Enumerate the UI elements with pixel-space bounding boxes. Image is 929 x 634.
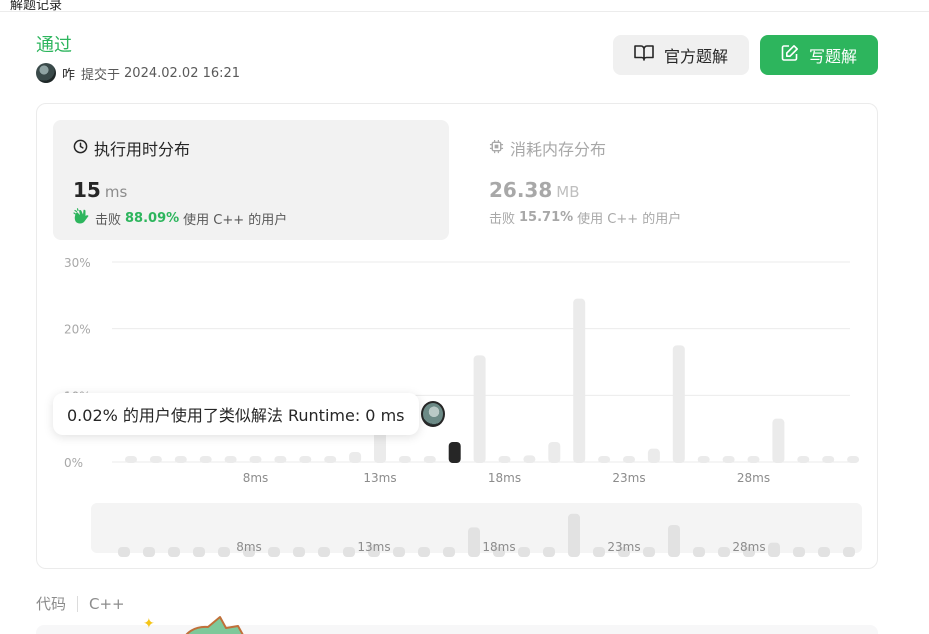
chart-bar <box>623 456 635 463</box>
navigator-bar <box>293 547 305 557</box>
code-label: 代码 <box>36 595 67 613</box>
code-block <box>36 625 878 634</box>
sparkle-icon: ✦ <box>143 616 155 632</box>
navigator-bar <box>118 547 130 557</box>
runtime-distribution-chart: 30%20%10%0%8ms13ms18ms23ms28ms8ms13ms18m… <box>64 256 860 557</box>
navigator-bar <box>468 527 480 557</box>
chart-bar <box>224 456 237 463</box>
navigator-bar <box>343 547 355 557</box>
navigator-bar <box>818 547 830 557</box>
chart-bar <box>847 456 860 463</box>
y-tick-label: 0% <box>64 456 83 470</box>
navigator-bar <box>218 547 230 557</box>
chart-bar <box>498 456 511 463</box>
navigator-bar <box>593 547 605 557</box>
chart-bar <box>249 456 262 463</box>
navigator-bar <box>143 547 155 557</box>
chart-bar <box>199 456 212 463</box>
x-tick-label: 23ms <box>612 471 645 485</box>
navigator-bar <box>693 547 705 557</box>
chart-bar <box>573 298 586 463</box>
navigator-bar <box>418 547 430 557</box>
chart-bar <box>473 355 486 463</box>
chart-tooltip: 0.02% 的用户使用了类似解法 Runtime: 0 ms <box>53 393 419 435</box>
tooltip-avatar <box>421 401 445 427</box>
code-header: 代码 C++ <box>36 593 125 614</box>
chart-bar <box>722 456 735 463</box>
navigator-label: 18ms <box>482 540 515 554</box>
chart-bar <box>772 418 785 463</box>
navigator-bar <box>518 547 530 557</box>
navigator-bar <box>568 513 580 557</box>
chart-bar <box>672 345 685 463</box>
navigator-bar <box>318 547 330 557</box>
navigator-bar <box>393 547 405 557</box>
navigator-bar <box>768 542 780 557</box>
navigator-bar <box>643 547 655 557</box>
chart-bar-selected <box>448 442 461 463</box>
chart-bar <box>523 455 536 463</box>
chart-bar <box>822 456 835 463</box>
navigator-bar <box>543 547 555 557</box>
navigator-label: 28ms <box>732 540 765 554</box>
navigator-label: 13ms <box>357 540 390 554</box>
chart-bar <box>647 448 660 463</box>
divider <box>77 595 79 612</box>
chart-bar <box>747 456 760 463</box>
chart-bar <box>349 452 362 463</box>
chart-bar <box>548 442 561 463</box>
navigator-label: 23ms <box>607 540 640 554</box>
chart-bar <box>598 456 611 463</box>
tooltip-text: 0.02% 的用户使用了类似解法 Runtime: 0 ms <box>67 406 405 425</box>
mascot-icon <box>185 616 244 634</box>
x-tick-label: 28ms <box>737 471 770 485</box>
chart-bar <box>324 456 337 463</box>
chart-bar <box>125 456 137 463</box>
chart-bar <box>797 456 810 463</box>
chart-bar <box>398 456 411 463</box>
y-tick-label: 30% <box>64 256 91 270</box>
navigator-bar <box>443 547 455 557</box>
chart-bar <box>423 456 436 463</box>
x-tick-label: 13ms <box>363 471 396 485</box>
x-tick-label: 18ms <box>488 471 521 485</box>
navigator-bar <box>668 525 680 557</box>
chart-bar <box>274 456 287 463</box>
navigator-bar <box>168 547 180 557</box>
navigator-bar <box>193 547 205 557</box>
x-tick-label: 8ms <box>243 471 269 485</box>
navigator-bar <box>268 547 280 557</box>
chart-bar <box>149 456 162 463</box>
code-language[interactable]: C++ <box>89 595 125 613</box>
chart-bar <box>697 456 710 463</box>
y-tick-label: 20% <box>64 323 91 337</box>
navigator-label: 8ms <box>236 540 262 554</box>
chart-bar <box>299 456 312 463</box>
navigator-bar <box>793 547 805 557</box>
chart-bar <box>174 456 187 463</box>
navigator-bar <box>718 547 730 557</box>
navigator-bar <box>843 547 855 557</box>
